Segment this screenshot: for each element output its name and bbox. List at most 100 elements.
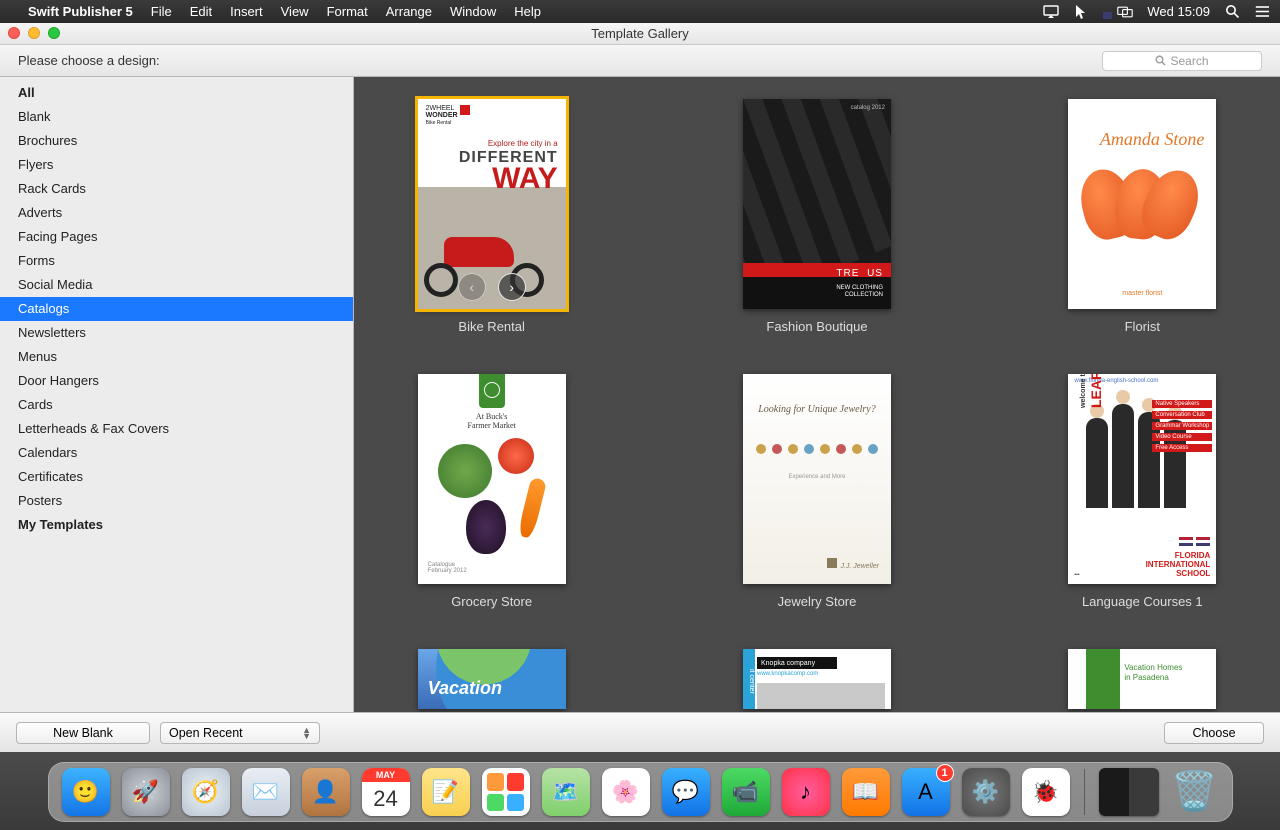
template-language-courses[interactable]: www.florida-english-school.com Native Sp… bbox=[1068, 374, 1216, 609]
template-grocery-store[interactable]: At Buck'sFarmer Market CatalogueFebruary… bbox=[418, 374, 566, 609]
dock-app-reminders[interactable] bbox=[482, 768, 530, 816]
template-vacation-homes[interactable]: Vacation Homesin Pasadena bbox=[1068, 649, 1216, 709]
sidebar-item-all[interactable]: All bbox=[0, 81, 353, 105]
template-thumbnail: www.florida-english-school.com Native Sp… bbox=[1068, 374, 1216, 584]
sidebar-item-letterheads-fax-covers[interactable]: Letterheads & Fax Covers bbox=[0, 417, 353, 441]
dock-app-appstore[interactable]: A1 bbox=[902, 768, 950, 816]
dock-app-photos[interactable]: 🌸 bbox=[602, 768, 650, 816]
sidebar-item-calendars[interactable]: Calendars bbox=[0, 441, 353, 465]
template-thumbnail: Looking for Unique Jewelry? Experience a… bbox=[743, 374, 891, 584]
sidebar-item-my-templates[interactable]: My Templates bbox=[0, 513, 353, 537]
sidebar-item-rack-cards[interactable]: Rack Cards bbox=[0, 177, 353, 201]
template-grid[interactable]: 2WHEELWONDERBike Rental Explore the city… bbox=[354, 77, 1280, 712]
sidebar-item-brochures[interactable]: Brochures bbox=[0, 129, 353, 153]
dock-app-preferences[interactable]: ⚙️ bbox=[962, 768, 1010, 816]
sidebar-item-blank[interactable]: Blank bbox=[0, 105, 353, 129]
open-recent-select[interactable]: Open Recent ▲▼ bbox=[160, 722, 320, 744]
window-close-button[interactable] bbox=[8, 27, 20, 39]
app-menu[interactable]: Swift Publisher 5 bbox=[28, 4, 133, 19]
template-thumbnail: www.paradisetravel.com Vacation bbox=[418, 649, 566, 709]
window-title: Template Gallery bbox=[591, 26, 689, 41]
dock-separator bbox=[1084, 769, 1085, 815]
menu-edit[interactable]: Edit bbox=[190, 4, 212, 19]
search-icon bbox=[1155, 55, 1166, 66]
prev-page-button[interactable]: ‹ bbox=[458, 273, 486, 301]
dock-app-launchpad[interactable]: 🚀 bbox=[122, 768, 170, 816]
sidebar-item-adverts[interactable]: Adverts bbox=[0, 201, 353, 225]
dock-app-preview-doc[interactable] bbox=[1099, 768, 1159, 816]
dock-app-ibooks[interactable]: 📖 bbox=[842, 768, 890, 816]
sidebar-item-forms[interactable]: Forms bbox=[0, 249, 353, 273]
menu-insert[interactable]: Insert bbox=[230, 4, 263, 19]
menu-format[interactable]: Format bbox=[327, 4, 368, 19]
dock-app-notes[interactable]: 📝 bbox=[422, 768, 470, 816]
dock: 🙂🚀🧭✉️👤MAY24📝 🗺️🌸💬📹♪📖A1⚙️🐞 🗑️ bbox=[48, 762, 1233, 822]
template-caption: Language Courses 1 bbox=[1082, 594, 1203, 609]
search-placeholder: Search bbox=[1170, 54, 1208, 68]
displays-icon[interactable] bbox=[1117, 4, 1133, 20]
dock-app-finder[interactable]: 🙂 bbox=[62, 768, 110, 816]
sidebar-item-posters[interactable]: Posters bbox=[0, 489, 353, 513]
template-caption: Bike Rental bbox=[458, 319, 524, 334]
gallery-header: Please choose a design: Search bbox=[0, 45, 1280, 77]
template-caption: Florist bbox=[1125, 319, 1160, 334]
dock-app-mail[interactable]: ✉️ bbox=[242, 768, 290, 816]
sidebar-item-social-media[interactable]: Social Media bbox=[0, 273, 353, 297]
dock-app-messages[interactable]: 💬 bbox=[662, 768, 710, 816]
new-blank-button[interactable]: New Blank bbox=[16, 722, 150, 744]
template-thumbnail: Vacation Homesin Pasadena bbox=[1068, 649, 1216, 709]
menu-window[interactable]: Window bbox=[450, 4, 496, 19]
window-traffic-lights bbox=[8, 27, 60, 39]
template-thumbnail: Amanda Stone master florist bbox=[1068, 99, 1216, 309]
template-knopka[interactable]: it center Knopka company www.knopkacomp.… bbox=[743, 649, 891, 709]
spotlight-icon[interactable] bbox=[1224, 4, 1240, 20]
dock-app-safari[interactable]: 🧭 bbox=[182, 768, 230, 816]
window-titlebar: Template Gallery bbox=[0, 23, 1280, 45]
dock-app-contacts[interactable]: 👤 bbox=[302, 768, 350, 816]
menubar-clock[interactable]: Wed 15:09 bbox=[1147, 4, 1210, 19]
search-field[interactable]: Search bbox=[1102, 51, 1262, 71]
template-thumbnail: catalog 2012 TREXUS NEW CLOTHINGCOLLECTI… bbox=[743, 99, 891, 309]
prompt-label: Please choose a design: bbox=[18, 53, 160, 68]
gallery-footer: New Blank Open Recent ▲▼ Choose bbox=[0, 712, 1280, 752]
menu-help[interactable]: Help bbox=[514, 4, 541, 19]
dock-app-swiftpublisher[interactable]: 🐞 bbox=[1022, 768, 1070, 816]
template-vacation[interactable]: www.paradisetravel.com Vacation bbox=[418, 649, 566, 709]
page-nav-arrows: ‹ › bbox=[458, 273, 526, 301]
window-zoom-button[interactable] bbox=[48, 27, 60, 39]
template-caption: Grocery Store bbox=[451, 594, 532, 609]
template-jewelry-store[interactable]: Looking for Unique Jewelry? Experience a… bbox=[743, 374, 891, 609]
sidebar-item-certificates[interactable]: Certificates bbox=[0, 465, 353, 489]
choose-button[interactable]: Choose bbox=[1164, 722, 1264, 744]
sidebar-item-cards[interactable]: Cards bbox=[0, 393, 353, 417]
dock-app-trash[interactable]: 🗑️ bbox=[1171, 768, 1219, 816]
menu-view[interactable]: View bbox=[281, 4, 309, 19]
dock-app-calendar[interactable]: MAY24 bbox=[362, 768, 410, 816]
template-fashion-boutique[interactable]: catalog 2012 TREXUS NEW CLOTHINGCOLLECTI… bbox=[743, 99, 891, 334]
category-sidebar[interactable]: AllBlankBrochuresFlyersRack CardsAdverts… bbox=[0, 77, 354, 712]
next-page-button[interactable]: › bbox=[498, 273, 526, 301]
desktop-background: 🙂🚀🧭✉️👤MAY24📝 🗺️🌸💬📹♪📖A1⚙️🐞 🗑️ bbox=[0, 752, 1280, 830]
macos-menubar: Swift Publisher 5 File Edit Insert View … bbox=[0, 0, 1280, 23]
menu-file[interactable]: File bbox=[151, 4, 172, 19]
window-minimize-button[interactable] bbox=[28, 27, 40, 39]
template-bike-rental[interactable]: 2WHEELWONDERBike Rental Explore the city… bbox=[418, 99, 566, 334]
sidebar-item-flyers[interactable]: Flyers bbox=[0, 153, 353, 177]
template-caption: Fashion Boutique bbox=[766, 319, 867, 334]
cursor-icon[interactable] bbox=[1073, 4, 1089, 20]
template-thumbnail: it center Knopka company www.knopkacomp.… bbox=[743, 649, 891, 709]
dock-app-facetime[interactable]: 📹 bbox=[722, 768, 770, 816]
sidebar-item-menus[interactable]: Menus bbox=[0, 345, 353, 369]
template-gallery-window: Template Gallery Please choose a design:… bbox=[0, 23, 1280, 752]
dock-app-itunes[interactable]: ♪ bbox=[782, 768, 830, 816]
sidebar-item-door-hangers[interactable]: Door Hangers bbox=[0, 369, 353, 393]
template-florist[interactable]: Amanda Stone master florist Florist bbox=[1068, 99, 1216, 334]
menu-arrange[interactable]: Arrange bbox=[386, 4, 432, 19]
dock-app-maps[interactable]: 🗺️ bbox=[542, 768, 590, 816]
notification-center-icon[interactable] bbox=[1254, 4, 1270, 20]
airplay-icon[interactable] bbox=[1043, 4, 1059, 20]
sidebar-item-facing-pages[interactable]: Facing Pages bbox=[0, 225, 353, 249]
sidebar-item-newsletters[interactable]: Newsletters bbox=[0, 321, 353, 345]
chevron-updown-icon: ▲▼ bbox=[302, 727, 311, 739]
sidebar-item-catalogs[interactable]: Catalogs bbox=[0, 297, 353, 321]
